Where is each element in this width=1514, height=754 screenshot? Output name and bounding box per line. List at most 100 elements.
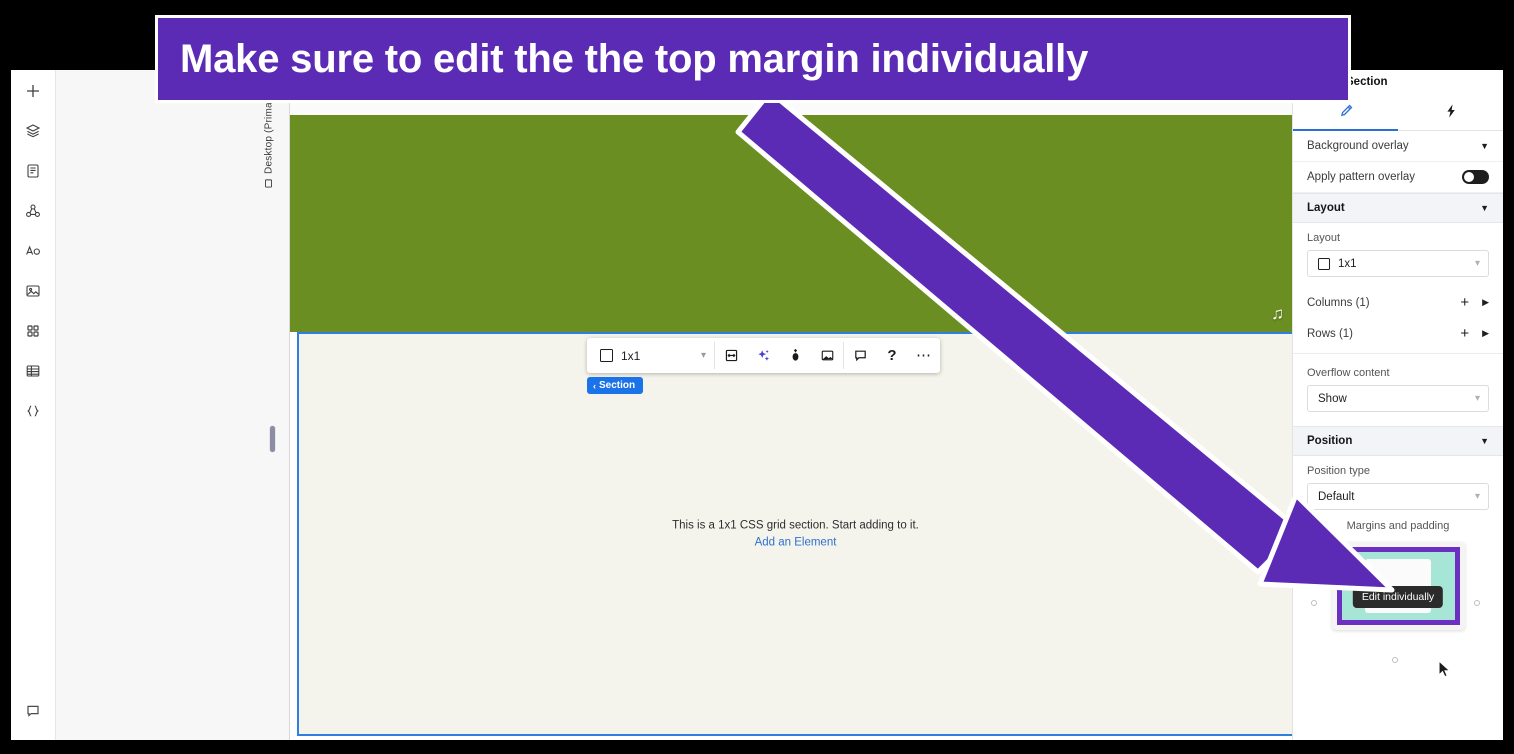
- position-type-select[interactable]: Default ▾: [1307, 483, 1489, 510]
- element-toolbar: 1x1 ▾ ? ⋯: [587, 338, 940, 373]
- spacing-handle-right[interactable]: [1474, 600, 1480, 606]
- add-column-button[interactable]: +: [1460, 294, 1469, 311]
- layout-section-title: Layout: [1307, 202, 1345, 214]
- field-layout: Layout 1x1 ▾: [1293, 223, 1503, 279]
- layers-icon: [25, 123, 41, 139]
- music-note-icon[interactable]: ♫: [1271, 304, 1284, 324]
- row-columns: Columns (1) + ▶: [1293, 287, 1503, 318]
- components-icon: [25, 203, 41, 219]
- edit-individually-tooltip: Edit individually: [1352, 586, 1444, 608]
- canvas-area: Desktop (Primary) ♫ This is a 1x1 CSS gr…: [56, 70, 1292, 740]
- code-icon: [25, 403, 41, 419]
- sidebar-item-typography[interactable]: [18, 236, 48, 266]
- spacing-handle-left[interactable]: [1311, 600, 1317, 606]
- add-icon: [25, 83, 41, 99]
- desktop-icon: [265, 178, 274, 189]
- layout-select[interactable]: 1x1 ▾: [1307, 250, 1489, 277]
- spacing-widget: Margins and padding Edit individually: [1293, 512, 1503, 678]
- section-header-position[interactable]: Position ▼: [1293, 426, 1503, 456]
- typography-icon: [25, 243, 41, 259]
- app-window: Desktop (Primary) ♫ This is a 1x1 CSS gr…: [11, 70, 1503, 740]
- spacing-handle-bottom[interactable]: [1392, 657, 1398, 663]
- play-triangle-icon: [793, 153, 803, 165]
- apps-icon: [25, 323, 41, 339]
- comment-icon: [25, 703, 41, 719]
- layout-select[interactable]: 1x1 ▾: [587, 338, 714, 373]
- paintbrush-icon: [1338, 103, 1354, 122]
- grid-1x1-icon: [600, 349, 613, 362]
- position-section-title: Position: [1307, 435, 1353, 447]
- animation-icon[interactable]: [779, 338, 811, 373]
- more-options-icon[interactable]: ⋯: [908, 338, 940, 373]
- annotation-banner-text: Make sure to edit the the top margin ind…: [180, 36, 1089, 81]
- section-pill-label: Section: [599, 380, 636, 391]
- row-rows: Rows (1) + ▶: [1293, 318, 1503, 349]
- layout-field-label: Layout: [1307, 232, 1341, 244]
- help-icon[interactable]: ?: [876, 338, 908, 373]
- sidebar-item-components[interactable]: [18, 196, 48, 226]
- stage-resize-handle-left[interactable]: [270, 426, 275, 452]
- device-label: Desktop (Primary): [259, 90, 279, 189]
- background-overlay-label: Background overlay: [1307, 140, 1409, 152]
- sidebar-item-code[interactable]: [18, 396, 48, 426]
- media-icon: [25, 283, 41, 299]
- sidebar-item-apps[interactable]: [18, 316, 48, 346]
- background-icon[interactable]: [811, 338, 843, 373]
- add-element-link[interactable]: Add an Element: [299, 537, 1292, 549]
- lightning-icon: [1443, 103, 1459, 122]
- section-header-layout[interactable]: Layout ▼: [1293, 193, 1503, 223]
- chevron-down-icon: ▾: [700, 350, 706, 361]
- grid-empty-state: This is a 1x1 CSS grid section. Start ad…: [299, 520, 1292, 549]
- ai-sparkle-icon[interactable]: [747, 338, 779, 373]
- screenshot-root: Desktop (Primary) ♫ This is a 1x1 CSS gr…: [0, 0, 1514, 754]
- overflow-select[interactable]: Show ▾: [1307, 385, 1489, 412]
- sidebar-item-cms[interactable]: [18, 356, 48, 386]
- chevron-down-icon: ▾: [1474, 258, 1480, 269]
- divider: [1293, 353, 1503, 354]
- columns-label: Columns (1): [1307, 296, 1370, 309]
- add-row-button[interactable]: +: [1460, 325, 1469, 342]
- apply-pattern-overlay-toggle[interactable]: [1462, 170, 1489, 184]
- toolbar-utils: ? ⋯: [844, 338, 940, 373]
- sidebar-item-layers[interactable]: [18, 116, 48, 146]
- layout-select-value: 1x1: [1338, 257, 1357, 270]
- box-model-widget[interactable]: Edit individually: [1331, 542, 1465, 678]
- margins-padding-label: Margins and padding: [1346, 520, 1450, 532]
- sidebar-item-add[interactable]: [18, 76, 48, 106]
- field-position-type: Position type Default ▾: [1293, 456, 1503, 512]
- grid-1x1-icon: [1318, 257, 1330, 270]
- grid-section-selected[interactable]: This is a 1x1 CSS grid section. Start ad…: [297, 332, 1292, 736]
- position-type-value: Default: [1318, 490, 1355, 503]
- left-sidebar: [11, 70, 56, 740]
- inspector-panel: Section Background overlay ▼ Apply patte…: [1292, 70, 1503, 740]
- toolbar-actions: [715, 338, 843, 373]
- position-type-label: Position type: [1307, 465, 1370, 477]
- page-icon: [25, 163, 41, 179]
- layout-select-value: 1x1: [621, 348, 641, 363]
- tab-interactions[interactable]: [1398, 94, 1503, 130]
- section-breadcrumb-pill[interactable]: ‹ Section: [587, 377, 644, 394]
- expand-rows-icon[interactable]: ▶: [1482, 328, 1489, 339]
- chevron-left-icon: ‹: [593, 380, 596, 391]
- page-stage: ♫ This is a 1x1 CSS grid section. Start …: [289, 70, 1292, 740]
- hero-image-section[interactable]: ♫: [290, 115, 1292, 332]
- row-background-overlay[interactable]: Background overlay ▼: [1293, 131, 1503, 162]
- grid-empty-text: This is a 1x1 CSS grid section. Start ad…: [672, 519, 919, 532]
- comment-icon[interactable]: [844, 338, 876, 373]
- cms-icon: [25, 363, 41, 379]
- expand-columns-icon[interactable]: ▶: [1482, 297, 1489, 308]
- row-apply-pattern-overlay: Apply pattern overlay: [1293, 162, 1503, 193]
- rows-label: Rows (1): [1307, 327, 1354, 340]
- sidebar-item-comments[interactable]: [18, 696, 48, 726]
- chevron-down-icon: ▼: [1480, 141, 1489, 151]
- apply-pattern-overlay-label: Apply pattern overlay: [1307, 171, 1416, 183]
- sidebar-item-pages[interactable]: [18, 156, 48, 186]
- margin-box[interactable]: Edit individually: [1336, 547, 1460, 678]
- overflow-select-value: Show: [1318, 392, 1347, 405]
- chevron-down-icon: ▼: [1480, 436, 1489, 446]
- overflow-field-label: Overflow content: [1307, 367, 1390, 379]
- stretch-icon[interactable]: [715, 338, 747, 373]
- chevron-down-icon: ▾: [1474, 393, 1480, 404]
- sidebar-item-media[interactable]: [18, 276, 48, 306]
